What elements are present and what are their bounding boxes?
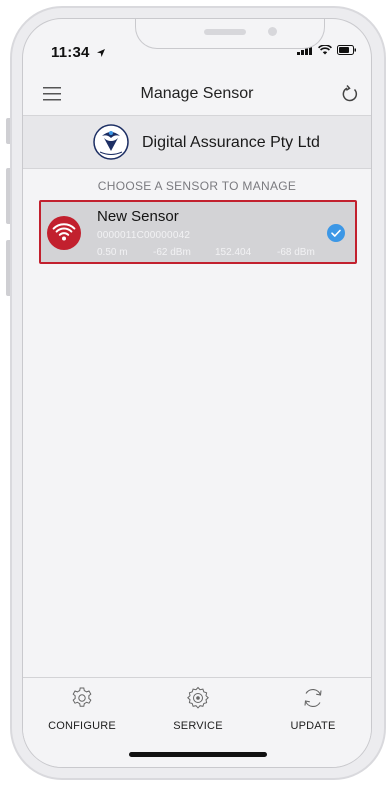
tab-update[interactable]: UPDATE [268,686,358,732]
tab-service-label: SERVICE [173,720,223,732]
sensor-stats: 0.50 m -62 dBm 152.404 -68 dBm [97,247,315,258]
sensor-distance: 0.50 m [97,247,128,258]
phone-screen: 11:34 Manage Sensor Digital Assurance Pt… [22,18,372,768]
company-name: Digital Assurance Pty Ltd [142,134,320,151]
tab-configure-label: CONFIGURE [48,720,116,732]
front-camera [268,27,277,36]
sensor-rssi: -62 dBm [153,247,191,258]
status-time: 11:34 [51,44,106,61]
tab-service[interactable]: SERVICE [153,686,243,732]
company-header: Digital Assurance Pty Ltd [23,115,371,169]
company-logo-icon [93,124,129,160]
sync-icon [304,689,322,707]
sensor-list-item[interactable]: New Sensor 0000011C00000042 0.50 m -62 d… [39,200,357,264]
sensor-value: 152.404 [215,247,252,258]
page-title: Manage Sensor [140,85,254,102]
checkmark-icon [327,224,345,242]
location-arrow-icon [96,49,105,58]
speaker-grille [204,29,246,35]
phone-notch [135,19,325,49]
tab-update-label: UPDATE [290,720,336,732]
gear-outline-icon [72,687,92,707]
sensor-name: New Sensor [97,208,179,225]
bottom-tab-bar: CONFIGURE SERVICE UPDATE [23,677,371,767]
sensor-rssi-secondary: -68 dBm [277,247,315,258]
wifi-sensor-icon [47,216,81,250]
status-time-text: 11:34 [51,44,90,61]
battery-icon [337,45,356,55]
tab-configure[interactable]: CONFIGURE [37,686,127,732]
cog-badge-icon [187,686,209,709]
nav-bar: Manage Sensor [23,75,371,115]
home-indicator[interactable] [129,752,267,757]
wifi-icon [318,45,332,55]
sensor-id: 0000011C00000042 [97,230,191,241]
refresh-icon[interactable] [339,83,361,105]
section-label: CHOOSE A SENSOR TO MANAGE [97,179,297,193]
